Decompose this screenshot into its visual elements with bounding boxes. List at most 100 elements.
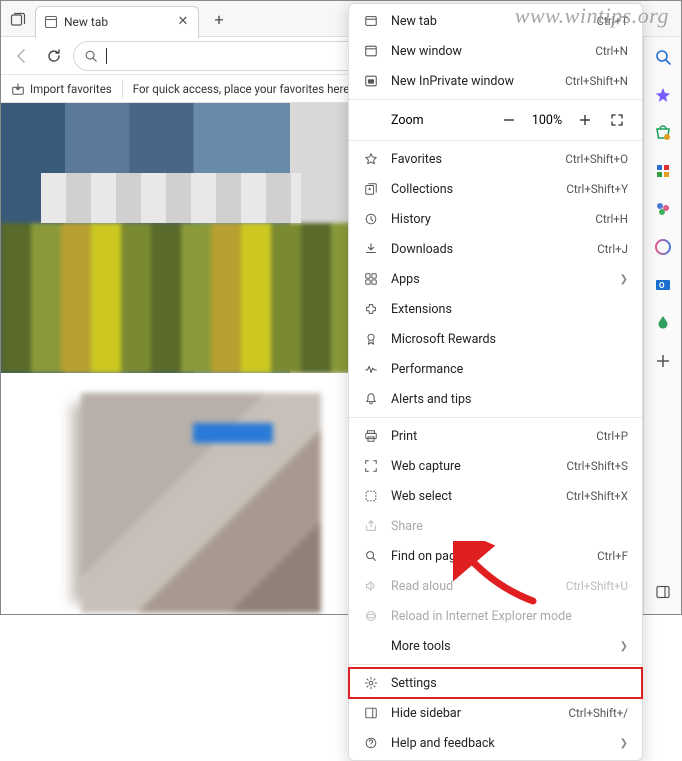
sidebar: O (643, 37, 681, 614)
gear-icon (363, 675, 379, 691)
menu-item-label: Print (391, 429, 584, 444)
menu-item-label: Alerts and tips (391, 392, 628, 407)
menu-web-capture[interactable]: Web capture Ctrl+Shift+S (349, 451, 642, 481)
collections-icon (363, 181, 379, 197)
performance-icon (363, 361, 379, 377)
tab-title: New tab (64, 15, 170, 29)
back-button[interactable] (9, 43, 35, 69)
menu-downloads[interactable]: Downloads Ctrl+J (349, 234, 642, 264)
tab-close-icon[interactable]: ✕ (176, 15, 190, 29)
menu-item-label: Downloads (391, 242, 585, 257)
menu-item-shortcut: Ctrl+Shift+X (566, 489, 628, 503)
menu-performance[interactable]: Performance (349, 354, 642, 384)
bell-icon (363, 391, 379, 407)
sidebar-tools[interactable] (649, 157, 677, 185)
menu-settings[interactable]: Settings (349, 668, 642, 698)
menu-web-select[interactable]: Web select Ctrl+Shift+X (349, 481, 642, 511)
menu-item-label: Web capture (391, 459, 554, 474)
chevron-right-icon: ❯ (620, 641, 628, 652)
menu-new-window[interactable]: New window Ctrl+N (349, 36, 642, 66)
zoom-value: 100% (530, 113, 564, 128)
menu-separator (349, 417, 642, 418)
rewards-icon (363, 331, 379, 347)
menu-new-tab[interactable]: New tab Ctrl+T (349, 6, 642, 36)
menu-rewards[interactable]: Microsoft Rewards (349, 324, 642, 354)
menu-help[interactable]: Help and feedback ❯ (349, 728, 642, 758)
browser-tab[interactable]: New tab ✕ (35, 6, 199, 38)
read-aloud-icon (363, 578, 379, 594)
input-caret (106, 48, 107, 64)
star-icon (363, 151, 379, 167)
search-icon (84, 49, 98, 63)
menu-item-shortcut: Ctrl+Shift+U (566, 579, 628, 593)
tab-actions-icon[interactable] (7, 9, 29, 31)
tab-page-icon (44, 15, 58, 29)
menu-item-shortcut: Ctrl+H (595, 212, 628, 226)
sidebar-drop[interactable] (649, 309, 677, 337)
sidebar-settings[interactable] (649, 578, 677, 606)
menu-reload-ie: Reload in Internet Explorer mode (349, 601, 642, 631)
divider (122, 80, 123, 98)
zoom-out-button[interactable] (498, 109, 520, 131)
menu-item-label: Favorites (391, 152, 553, 167)
app-menu: New tab Ctrl+T New window Ctrl+N New InP… (348, 3, 643, 761)
menu-find[interactable]: Find on page Ctrl+F (349, 541, 642, 571)
menu-separator (349, 99, 642, 100)
menu-item-shortcut: Ctrl+Shift+O (565, 152, 628, 166)
menu-item-label: Share (391, 519, 628, 534)
menu-share: Share (349, 511, 642, 541)
sidebar-shopping[interactable] (649, 119, 677, 147)
menu-alerts[interactable]: Alerts and tips (349, 384, 642, 414)
refresh-button[interactable] (41, 43, 67, 69)
chevron-right-icon: ❯ (620, 274, 628, 285)
menu-item-shortcut: Ctrl+T (597, 14, 628, 28)
menu-item-label: New InPrivate window (391, 74, 553, 89)
sidebar-icon (363, 705, 379, 721)
menu-apps[interactable]: Apps ❯ (349, 264, 642, 294)
chevron-right-icon: ❯ (620, 738, 628, 749)
sidebar-office[interactable] (649, 233, 677, 261)
new-tab-button[interactable]: + (205, 6, 233, 34)
menu-item-label: Help and feedback (391, 736, 608, 751)
menu-item-label: New tab (391, 14, 585, 29)
menu-item-shortcut: Ctrl+N (595, 44, 628, 58)
menu-item-label: More tools (391, 639, 608, 654)
menu-collections[interactable]: Collections Ctrl+Shift+Y (349, 174, 642, 204)
menu-item-label: Hide sidebar (391, 706, 557, 721)
sidebar-search[interactable] (649, 43, 677, 71)
svg-text:O: O (659, 281, 665, 290)
import-icon (11, 82, 25, 96)
find-icon (363, 548, 379, 564)
menu-item-label: Microsoft Rewards (391, 332, 628, 347)
menu-read-aloud: Read aloud Ctrl+Shift+U (349, 571, 642, 601)
menu-favorites[interactable]: Favorites Ctrl+Shift+O (349, 144, 642, 174)
menu-hide-sidebar[interactable]: Hide sidebar Ctrl+Shift+/ (349, 698, 642, 728)
inprivate-icon (363, 73, 379, 89)
menu-new-inprivate[interactable]: New InPrivate window Ctrl+Shift+N (349, 66, 642, 96)
menu-item-label: Apps (391, 272, 608, 287)
menu-item-shortcut: Ctrl+Shift+Y (566, 182, 628, 196)
sidebar-discover[interactable] (649, 81, 677, 109)
zoom-in-button[interactable] (574, 109, 596, 131)
menu-extensions[interactable]: Extensions (349, 294, 642, 324)
sidebar-add[interactable] (649, 347, 677, 375)
sidebar-games[interactable] (649, 195, 677, 223)
select-icon (363, 488, 379, 504)
capture-icon (363, 458, 379, 474)
menu-item-label: Web select (391, 489, 554, 504)
menu-separator (349, 140, 642, 141)
sidebar-outlook[interactable]: O (649, 271, 677, 299)
download-icon (363, 241, 379, 257)
menu-history[interactable]: History Ctrl+H (349, 204, 642, 234)
menu-item-label: Collections (391, 182, 554, 197)
menu-print[interactable]: Print Ctrl+P (349, 421, 642, 451)
menu-item-shortcut: Ctrl+F (597, 549, 628, 563)
print-icon (363, 428, 379, 444)
window-icon (363, 43, 379, 59)
menu-more-tools[interactable]: More tools ❯ (349, 631, 642, 661)
import-favorites-button[interactable]: Import favorites (11, 82, 112, 96)
menu-item-label: New window (391, 44, 583, 59)
fullscreen-button[interactable] (606, 109, 628, 131)
menu-item-shortcut: Ctrl+Shift+N (565, 74, 628, 88)
menu-zoom: Zoom 100% (349, 103, 642, 137)
